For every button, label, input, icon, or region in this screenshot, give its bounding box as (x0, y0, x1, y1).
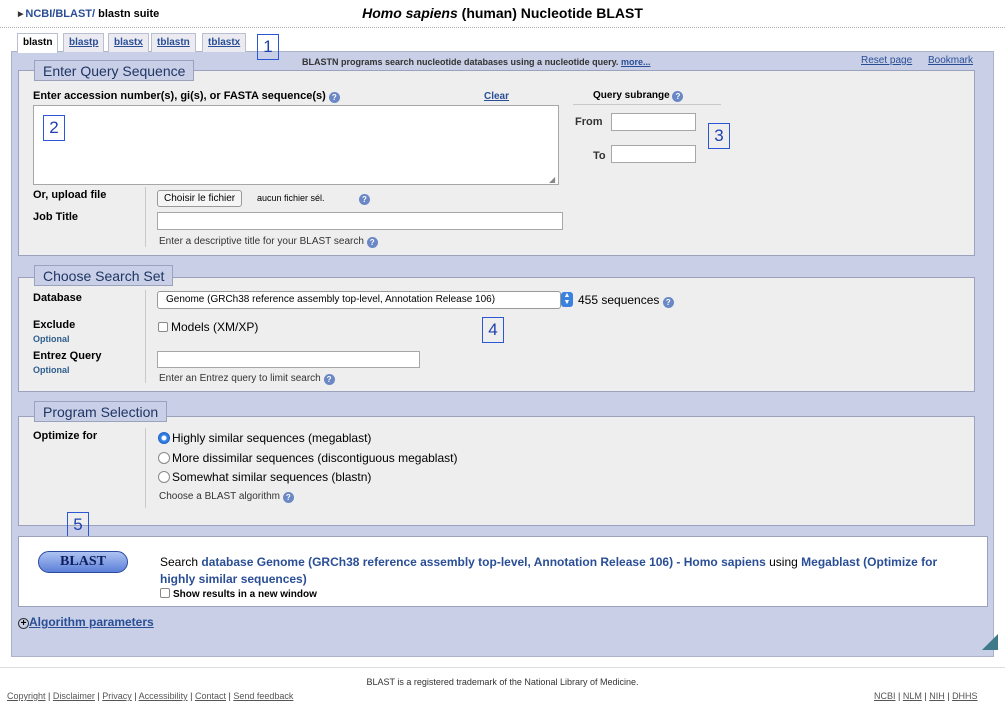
file-status: aucun fichier sél. (257, 193, 325, 203)
help-icon[interactable]: ? (366, 237, 378, 248)
to-label: To (593, 150, 606, 162)
accessibility-link[interactable]: Accessibility (139, 691, 188, 701)
help-icon[interactable]: ? (328, 92, 340, 103)
optimize-label: Optimize for (33, 430, 98, 442)
database-label: Database (33, 292, 82, 304)
send-feedback-link[interactable]: Send feedback (233, 691, 293, 701)
clear-link[interactable]: Clear (484, 91, 509, 102)
program-legend: Program Selection (34, 401, 168, 422)
ncbi-link[interactable]: NCBI (874, 691, 896, 701)
tab-tblastn[interactable]: tblastn (151, 33, 196, 52)
radio-icon[interactable] (158, 471, 170, 483)
help-icon[interactable]: ? (323, 374, 335, 385)
privacy-link[interactable]: Privacy (102, 691, 132, 701)
footer-right-links: NCBI | NLM | NIH | DHHS (874, 691, 978, 701)
tab-blastx[interactable]: blastx (108, 33, 149, 52)
label-divider (145, 290, 146, 383)
annotation-4: 4 (482, 317, 504, 343)
disclaimer-link[interactable]: Disclaimer (53, 691, 95, 701)
search-summary: Search database Genome (GRCh38 reference… (160, 555, 938, 586)
tab-blastn[interactable]: blastn (17, 33, 59, 53)
job-title-label: Job Title (33, 211, 79, 223)
exclude-label: Exclude (33, 319, 76, 331)
job-title-hint: Enter a descriptive title for your BLAST… (159, 236, 378, 248)
more-link[interactable]: more... (621, 57, 651, 67)
entrez-label: Entrez Query (33, 350, 102, 362)
from-input[interactable] (611, 113, 696, 131)
nih-link[interactable]: NIH (929, 691, 945, 701)
checkbox-icon[interactable] (160, 588, 170, 598)
annotation-2: 2 (43, 115, 65, 141)
select-arrows-icon[interactable]: ▲ ▼ (561, 292, 573, 307)
subrange-divider (573, 104, 721, 105)
dhhs-link[interactable]: DHHS (952, 691, 978, 701)
algorithm-hint: Choose a BLAST algorithm ? (159, 491, 294, 503)
help-icon[interactable]: ? (662, 297, 674, 308)
upload-label: Or, upload file (33, 189, 107, 201)
help-icon[interactable]: ? (672, 91, 684, 102)
checkbox-icon[interactable] (158, 322, 168, 332)
label-divider (145, 187, 146, 247)
nlm-link[interactable]: NLM (903, 691, 922, 701)
subrange-label: Query subrange ? (593, 90, 684, 102)
entrez-query-input[interactable] (157, 351, 420, 368)
help-icon[interactable]: ? (359, 194, 370, 205)
to-input[interactable] (611, 145, 696, 163)
new-window-checkbox[interactable]: Show results in a new window (160, 588, 317, 600)
radio-megablast[interactable]: Highly similar sequences (megablast) (158, 431, 371, 445)
blast-button[interactable]: BLAST (38, 551, 128, 573)
radio-selected-icon[interactable] (158, 432, 170, 444)
radio-icon[interactable] (158, 452, 170, 464)
contact-link[interactable]: Contact (195, 691, 226, 701)
trademark-text: BLAST is a registered trademark of the N… (366, 677, 639, 687)
reset-page-link[interactable]: Reset page (861, 55, 912, 66)
label-divider (145, 428, 146, 508)
footer-divider (0, 667, 1005, 668)
entrez-optional: Optional (33, 365, 70, 375)
query-legend: Enter Query Sequence (34, 60, 195, 81)
tab-blastp[interactable]: blastp (63, 33, 105, 52)
page-title: Homo sapiens (human) Nucleotide BLAST (362, 5, 643, 21)
footer-left-links: Copyright | Disclaimer | Privacy | Acces… (7, 691, 294, 701)
algorithm-parameters-link[interactable]: Algorithm parameters (29, 615, 154, 629)
annotation-3: 3 (708, 123, 730, 149)
bookmark-link[interactable]: Bookmark (928, 55, 973, 66)
radio-blastn[interactable]: Somewhat similar sequences (blastn) (158, 470, 371, 484)
from-label: From (575, 116, 603, 128)
help-icon[interactable]: ? (282, 492, 294, 503)
query-label: Enter accession number(s), gi(s), or FAS… (33, 90, 340, 103)
program-description: BLASTN programs search nucleotide databa… (302, 57, 651, 67)
sequence-count: 455 sequences ? (578, 293, 674, 308)
copyright-link[interactable]: Copyright (7, 691, 46, 701)
annotation-5: 5 (67, 512, 89, 538)
algorithm-parameters-toggle[interactable]: + Algorithm parameters (18, 615, 154, 629)
plus-icon[interactable]: + (18, 618, 29, 629)
exclude-optional: Optional (33, 334, 70, 344)
job-title-input[interactable] (157, 212, 563, 230)
resize-handle-icon[interactable]: ◢ (549, 175, 555, 184)
choose-file-button[interactable]: Choisir le fichier (157, 190, 243, 207)
models-checkbox[interactable]: Models (XM/XP) (158, 320, 258, 334)
search-set-legend: Choose Search Set (34, 265, 174, 286)
query-sequence-textarea[interactable] (33, 105, 559, 185)
entrez-hint: Enter an Entrez query to limit search ? (159, 373, 335, 385)
tab-tblastx[interactable]: tblastx (202, 33, 247, 52)
database-select[interactable]: Genome (GRCh38 reference assembly top-le… (157, 291, 561, 309)
top-bar: ▶ NCBI/BLAST/ blastn suite Homo sapiens (… (0, 0, 1005, 28)
annotation-1: 1 (257, 34, 279, 60)
radio-discontiguous-megablast[interactable]: More dissimilar sequences (discontiguous… (158, 451, 457, 465)
corner-resize-icon[interactable] (982, 634, 998, 650)
